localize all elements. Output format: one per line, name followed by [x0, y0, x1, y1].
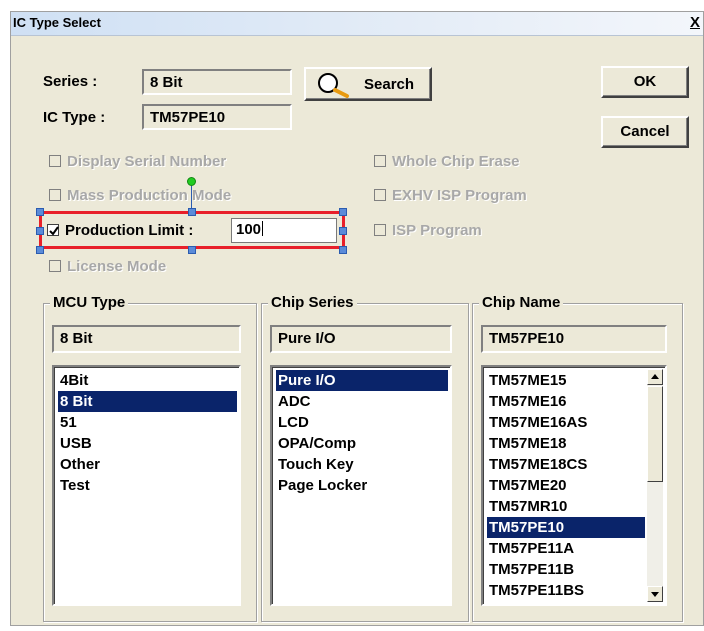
chip-name-current: TM57PE10	[489, 330, 565, 347]
checkbox-box	[374, 155, 386, 167]
resize-handle-top-left[interactable]	[36, 208, 44, 216]
rotate-handle[interactable]	[187, 177, 196, 186]
list-item[interactable]: TM57PE11B	[487, 559, 645, 580]
chip-series-group: Chip Series Pure I/O Pure I/O ADC LCD OPA/C…	[261, 294, 469, 622]
title-bar: IC Type Select X	[11, 12, 703, 36]
scroll-up-button[interactable]	[647, 369, 663, 385]
list-item[interactable]: TM57ME18	[487, 433, 645, 454]
resize-handle-bottom[interactable]	[188, 246, 196, 254]
text-cursor	[262, 221, 264, 236]
window-title: IC Type Select	[13, 15, 101, 30]
list-item[interactable]: TM57PE11BS	[487, 580, 645, 601]
ic-type-select-dialog: IC Type Select X Series : 8 Bit Search O…	[10, 11, 704, 626]
chip-series-current: Pure I/O	[278, 330, 336, 347]
list-item[interactable]: Other	[58, 454, 237, 475]
whole-chip-erase-checkbox[interactable]: Whole Chip Erase	[374, 153, 520, 170]
ok-button[interactable]: OK	[601, 66, 689, 98]
search-button[interactable]: Search	[304, 67, 432, 101]
scroll-down-button[interactable]	[647, 586, 663, 602]
ok-button-label: OK	[633, 73, 657, 90]
chip-series-list[interactable]: Pure I/O ADC LCD OPA/Comp Touch Key Page Lock…	[270, 365, 452, 606]
license-mode-checkbox[interactable]: License Mode	[49, 258, 166, 275]
checkbox-box	[49, 189, 61, 201]
whole-chip-erase-label: Whole Chip Erase	[392, 153, 520, 170]
arrow-down-icon	[651, 592, 659, 597]
close-button[interactable]: X	[687, 15, 703, 31]
ic-type-value-field: TM57PE10	[142, 104, 292, 130]
display-serial-number-label: Display Serial Number	[67, 153, 227, 170]
chip-name-group: Chip Name TM57PE10 TM57ME15 TM57ME16 TM57M…	[472, 294, 683, 622]
production-limit-checkbox[interactable]: Production Limit :	[47, 222, 193, 239]
exhv-isp-program-label: EXHV ISP Program	[392, 187, 527, 204]
list-item[interactable]: TM57PE10	[487, 517, 645, 538]
list-item[interactable]: Pure I/O	[276, 370, 448, 391]
cancel-button[interactable]: Cancel	[601, 116, 689, 148]
ic-type-value: TM57PE10	[150, 109, 226, 126]
license-mode-label: License Mode	[67, 258, 167, 275]
resize-handle-left[interactable]	[36, 227, 44, 235]
checkbox-box	[374, 189, 386, 201]
mcu-type-group: MCU Type 8 Bit 4Bit 8 Bit 51 USB Other Test	[43, 294, 257, 622]
series-value: 8 Bit	[150, 74, 183, 91]
isp-program-label: ISP Program	[392, 222, 482, 239]
resize-handle-top[interactable]	[188, 208, 196, 216]
checkbox-box	[49, 155, 61, 167]
resize-handle-top-right[interactable]	[339, 208, 347, 216]
chip-name-list[interactable]: TM57ME15 TM57ME16 TM57ME16AS TM57ME18 TM57ME…	[481, 365, 667, 606]
list-item[interactable]: 51	[58, 412, 237, 433]
list-item[interactable]: TM57PE11A	[487, 538, 645, 559]
list-item[interactable]: Test	[58, 475, 237, 496]
production-limit-value: 100	[236, 221, 262, 238]
mass-production-mode-checkbox[interactable]: Mass Production Mode	[49, 187, 231, 204]
list-item[interactable]: TM57ME16	[487, 391, 645, 412]
list-item[interactable]: OPA/Comp	[276, 433, 448, 454]
checkmark-icon	[49, 226, 59, 236]
isp-program-checkbox[interactable]: ISP Program	[374, 222, 482, 239]
rotate-handle-stem	[191, 186, 192, 208]
display-serial-number-checkbox[interactable]: Display Serial Number	[49, 153, 226, 170]
list-item[interactable]: TM57ME15	[487, 370, 645, 391]
arrow-up-icon	[651, 374, 659, 379]
list-item[interactable]: USB	[58, 433, 237, 454]
series-value-field: 8 Bit	[142, 69, 292, 95]
list-item[interactable]: Page Locker	[276, 475, 448, 496]
list-item[interactable]: Touch Key	[276, 454, 448, 475]
scroll-thumb[interactable]	[647, 386, 663, 482]
search-button-label: Search	[364, 76, 415, 93]
list-item[interactable]: 8 Bit	[58, 391, 237, 412]
mcu-type-current: 8 Bit	[60, 330, 93, 347]
checkbox-box	[374, 224, 386, 236]
list-item[interactable]: TM57ME16AS	[487, 412, 645, 433]
resize-handle-bottom-left[interactable]	[36, 246, 44, 254]
cancel-button-label: Cancel	[620, 123, 670, 140]
list-item[interactable]: TM57MR10	[487, 496, 645, 517]
resize-handle-bottom-right[interactable]	[339, 246, 347, 254]
production-limit-input[interactable]: 100	[231, 218, 337, 243]
magnifier-icon	[318, 73, 349, 98]
checkbox-box	[47, 224, 59, 236]
mass-production-mode-label: Mass Production Mode	[67, 187, 232, 204]
mcu-type-list[interactable]: 4Bit 8 Bit 51 USB Other Test	[52, 365, 241, 606]
chip-name-current-field: TM57PE10	[481, 325, 667, 353]
checkbox-box	[49, 260, 61, 272]
chip-series-title: Chip Series	[268, 294, 357, 311]
chip-name-title: Chip Name	[479, 294, 564, 311]
chip-series-current-field: Pure I/O	[270, 325, 452, 353]
mcu-type-current-field: 8 Bit	[52, 325, 241, 353]
resize-handle-right[interactable]	[339, 227, 347, 235]
list-item[interactable]: LCD	[276, 412, 448, 433]
list-item[interactable]: ADC	[276, 391, 448, 412]
chip-name-scrollbar[interactable]	[647, 369, 663, 602]
mcu-type-title: MCU Type	[50, 294, 129, 311]
ic-type-label: IC Type :	[43, 109, 106, 126]
exhv-isp-program-checkbox[interactable]: EXHV ISP Program	[374, 187, 527, 204]
series-label: Series :	[43, 73, 98, 90]
list-item[interactable]: 4Bit	[58, 370, 237, 391]
production-limit-label: Production Limit :	[65, 222, 194, 239]
list-item[interactable]: TM57ME18CS	[487, 454, 645, 475]
list-item[interactable]: TM57ME20	[487, 475, 645, 496]
